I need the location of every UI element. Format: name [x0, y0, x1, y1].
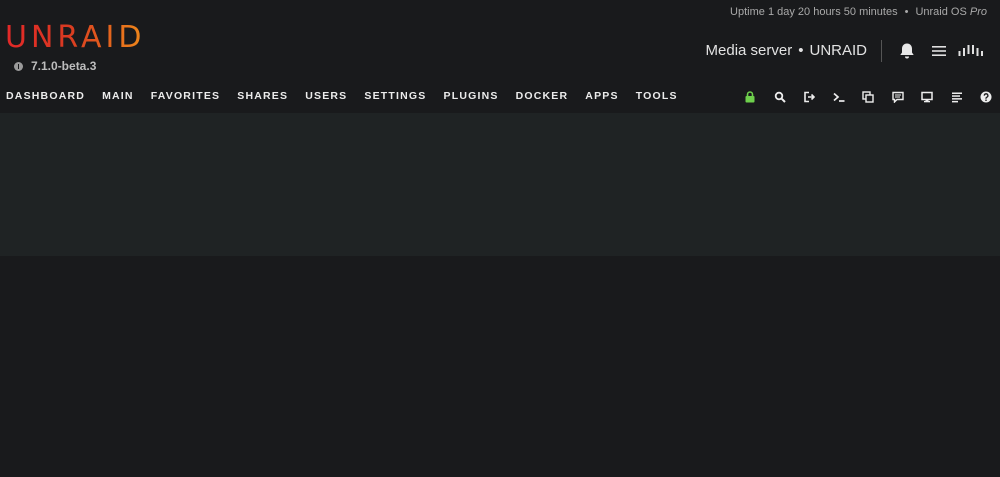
- logout-icon[interactable]: [803, 91, 815, 103]
- nav-tab-main[interactable]: MAIN: [102, 90, 134, 102]
- bell-icon[interactable]: [898, 42, 916, 60]
- log-icon[interactable]: [951, 91, 963, 103]
- nav-tab-shares[interactable]: SHARES: [237, 90, 288, 102]
- nav-tab-apps[interactable]: APPS: [585, 90, 618, 102]
- content-area: [0, 113, 1000, 256]
- help-icon[interactable]: [980, 91, 992, 103]
- header-divider: [881, 40, 882, 62]
- nav-tab-plugins[interactable]: PLUGINS: [444, 90, 499, 102]
- terminal-icon[interactable]: [832, 91, 845, 103]
- monitor-icon[interactable]: [921, 91, 933, 103]
- os-edition: Pro: [969, 6, 987, 18]
- main-nav: DASHBOARD MAIN FAVORITES SHARES USERS SE…: [0, 84, 1000, 113]
- os-name: Unraid OS: [915, 6, 967, 18]
- unraid-logo[interactable]: UNRAID: [5, 21, 146, 55]
- server-info: Media server • UNRAID: [706, 42, 867, 59]
- nav-tabs: DASHBOARD MAIN FAVORITES SHARES USERS SE…: [6, 90, 695, 102]
- nav-tab-settings[interactable]: SETTINGS: [364, 90, 426, 102]
- server-separator: •: [798, 42, 804, 59]
- nav-toolbar: [727, 91, 993, 103]
- version-text: 7.1.0-beta.3: [31, 59, 97, 73]
- info-icon: [14, 61, 23, 71]
- copy-icon[interactable]: [862, 91, 874, 103]
- feedback-icon[interactable]: [891, 91, 904, 103]
- nav-tab-docker[interactable]: DOCKER: [516, 90, 569, 102]
- version-info[interactable]: 7.1.0-beta.3: [14, 59, 96, 73]
- uptime-separator: •: [904, 6, 909, 18]
- nav-tab-users[interactable]: USERS: [305, 90, 347, 102]
- uptime-bar: Uptime 1 day 20 hours 50 minutes • Unraid …: [730, 6, 987, 18]
- hamburger-menu-icon[interactable]: [932, 44, 946, 56]
- uptime-text: Uptime 1 day 20 hours 50 minutes: [730, 6, 898, 18]
- unraid-mark-icon[interactable]: [958, 43, 984, 57]
- nav-tab-tools[interactable]: TOOLS: [636, 90, 678, 102]
- server-name: UNRAID: [809, 42, 867, 59]
- search-icon[interactable]: [774, 91, 786, 103]
- nav-tab-favorites[interactable]: FAVORITES: [151, 90, 221, 102]
- nav-tab-dashboard[interactable]: DASHBOARD: [6, 90, 85, 102]
- server-description: Media server: [705, 42, 793, 59]
- header: Uptime 1 day 20 hours 50 minutes • Unraid …: [0, 0, 1000, 84]
- lock-icon[interactable]: [744, 91, 756, 103]
